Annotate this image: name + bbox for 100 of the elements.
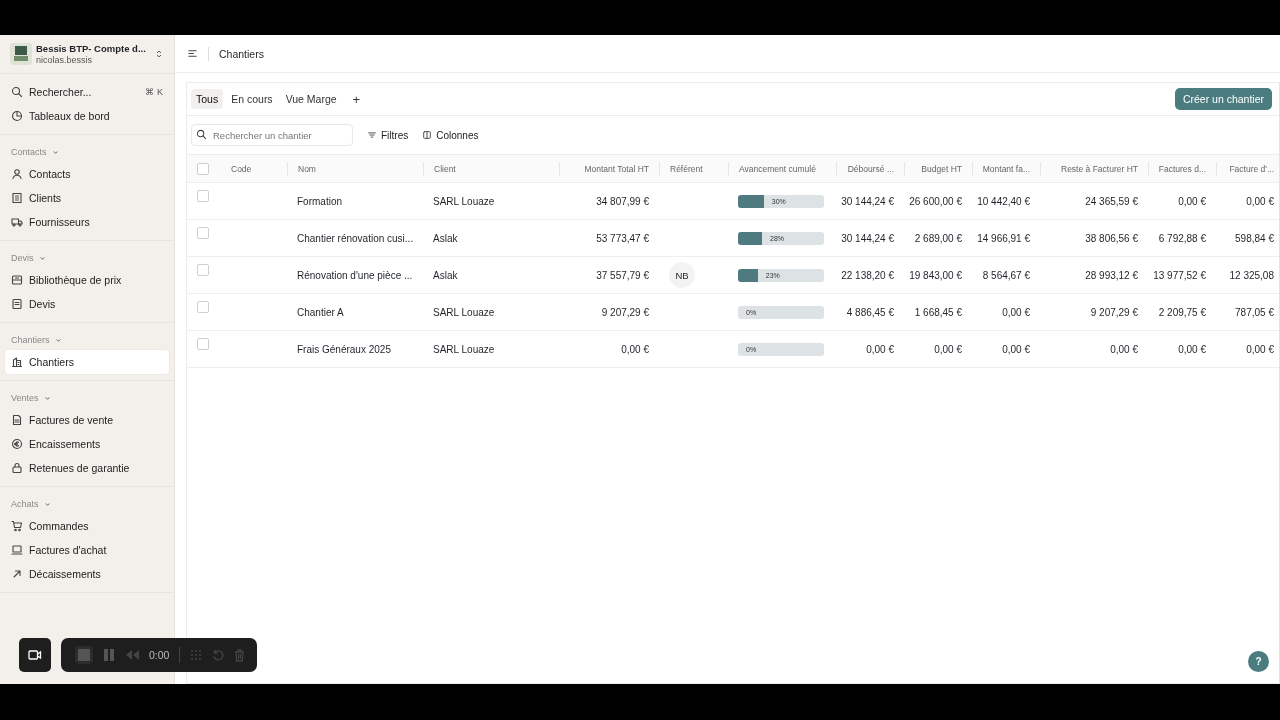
buildings-icon <box>11 356 23 368</box>
sidebar-toggle-icon <box>187 48 198 59</box>
table-cell: 34 807,99 € <box>596 195 649 207</box>
table-cell: 598,84 € <box>1235 232 1274 244</box>
columns-button[interactable]: Colonnes <box>422 127 479 143</box>
invoice-icon <box>11 414 23 426</box>
column-header[interactable]: Facture d'... <box>1229 163 1274 174</box>
sidebar-item-label: Factures d'achat <box>29 544 108 556</box>
sidebar-item[interactable]: Commandes <box>5 514 169 538</box>
table-cell: 6 792,88 € <box>1158 232 1206 244</box>
column-header[interactable]: Référent <box>670 163 703 174</box>
add-tab-button[interactable]: + <box>346 91 367 107</box>
table-cell: SARL Louaze <box>433 195 495 207</box>
checkbox[interactable] <box>197 338 209 350</box>
column-header[interactable]: Nom <box>298 163 316 174</box>
sidebar-item[interactable]: Décaissements <box>5 562 169 586</box>
sidebar-item[interactable]: Rechercher... ⌘ K <box>5 80 169 104</box>
shortcut-hint: ⌘ K <box>145 87 163 97</box>
checkbox[interactable] <box>197 264 209 276</box>
sidebar-item[interactable]: Bibliothèque de prix <box>5 268 169 292</box>
table-cell: Chantier A <box>297 306 344 318</box>
create-button[interactable]: Créer un chantier <box>1174 88 1272 110</box>
expand-icon <box>154 49 164 59</box>
table-cell: 28 993,12 € <box>1085 269 1138 281</box>
sidebar-item-label: Factures de vente <box>29 414 115 426</box>
sidebar-item-label: Retenues de garantie <box>29 462 131 474</box>
sidebar-item-label: Fournisseurs <box>29 216 91 228</box>
pause-button[interactable] <box>103 649 115 661</box>
search-field[interactable]: Rechercher un chantier <box>191 124 353 146</box>
sidebar-item[interactable]: Chantiers <box>5 350 169 374</box>
sidebar-item[interactable]: Tableaux de bord <box>5 104 169 128</box>
checkbox[interactable] <box>197 301 209 313</box>
checkbox[interactable] <box>197 227 209 239</box>
grid-button[interactable] <box>190 649 203 661</box>
euro-coin-icon <box>11 438 23 450</box>
sidebar-item[interactable]: Retenues de garantie <box>5 456 169 480</box>
view-tab[interactable]: Vue Marge <box>280 89 342 109</box>
table-cell: SARL Louaze <box>433 306 495 318</box>
trash-icon[interactable] <box>234 648 246 662</box>
table-cell: 30 144,24 € <box>841 195 894 207</box>
filters-button[interactable]: Filtres <box>367 127 409 143</box>
stop-button[interactable] <box>75 646 93 664</box>
table-cell: 787,05 € <box>1235 306 1274 318</box>
column-header[interactable]: Factures d... <box>1158 163 1206 174</box>
sidebar-item-label: Tableaux de bord <box>29 110 111 122</box>
table-cell: 14 966,91 € <box>977 232 1030 244</box>
sidebar-item[interactable]: Encaissements <box>5 432 169 456</box>
sidebar-item[interactable]: Factures de vente <box>5 408 169 432</box>
sidebar-item[interactable]: Devis <box>5 292 169 316</box>
column-header[interactable]: Code <box>231 163 252 174</box>
column-header[interactable]: Avancement cumulé <box>739 163 816 174</box>
column-header[interactable]: Montant Total HT <box>584 163 649 174</box>
sidebar-item[interactable]: Fournisseurs <box>5 210 169 234</box>
rewind-button[interactable] <box>125 650 139 660</box>
recording-time: 0:00 <box>149 649 170 661</box>
table-cell: 0,00 € <box>866 343 894 355</box>
checkbox[interactable] <box>197 162 209 175</box>
column-header[interactable]: Budget HT <box>921 163 962 174</box>
sidebar-item[interactable]: Contacts <box>5 162 169 186</box>
page-title: Chantiers <box>219 47 264 60</box>
table-cell: 8 564,67 € <box>982 269 1030 281</box>
column-header[interactable]: Reste à Facturer HT <box>1061 163 1138 174</box>
table-cell: Frais Généraux 2025 <box>297 343 391 355</box>
sidebar-item-label: Encaissements <box>29 438 102 450</box>
avatar-initials: NB <box>669 262 695 288</box>
view-tab[interactable]: En cours <box>226 89 278 109</box>
table-cell: 12 325,08 <box>1229 269 1274 281</box>
table-cell: 0,00 € <box>934 343 962 355</box>
table-cell: 2 689,00 € <box>914 232 962 244</box>
pie-chart-icon <box>11 110 23 122</box>
table-cell: 1 668,45 € <box>914 306 962 318</box>
sidebar-item-label: Bibliothèque de prix <box>29 274 123 286</box>
table-cell: 10 442,40 € <box>977 195 1030 207</box>
table-cell: 13 977,52 € <box>1153 269 1206 281</box>
table-cell: Rénovation d'une pièce ... <box>297 269 413 281</box>
table-cell: 0,00 € <box>1178 343 1206 355</box>
table-cell: 9 207,29 € <box>601 306 649 318</box>
camera-button[interactable] <box>19 638 51 672</box>
person-icon <box>11 168 23 180</box>
search-icon <box>11 86 23 98</box>
checkbox[interactable] <box>197 190 209 202</box>
table-cell: 0,00 € <box>1110 343 1138 355</box>
table-cell: 4 886,45 € <box>846 306 894 318</box>
table-cell: 30 144,24 € <box>841 232 894 244</box>
sidebar-item[interactable]: Clients <box>5 186 169 210</box>
table-cell: Formation <box>297 195 342 207</box>
sidebar-item[interactable]: Factures d'achat <box>5 538 169 562</box>
table-cell: 19 843,00 € <box>909 269 962 281</box>
view-tab[interactable]: Tous <box>191 89 224 109</box>
table-cell: Chantier rénovation cusi... <box>297 232 414 244</box>
restart-button[interactable] <box>212 649 225 661</box>
column-header[interactable]: Client <box>434 163 456 174</box>
table-cell: 38 806,56 € <box>1085 232 1138 244</box>
sidebar-item-label: Rechercher... <box>29 86 93 98</box>
column-header[interactable]: Montant fa... <box>982 163 1030 174</box>
building-icon <box>11 192 23 204</box>
search-icon <box>196 129 207 140</box>
column-header[interactable]: Déboursé ... <box>847 163 894 174</box>
sidebar-item-label: Décaissements <box>29 568 102 580</box>
table-cell: 0,00 € <box>1178 195 1206 207</box>
